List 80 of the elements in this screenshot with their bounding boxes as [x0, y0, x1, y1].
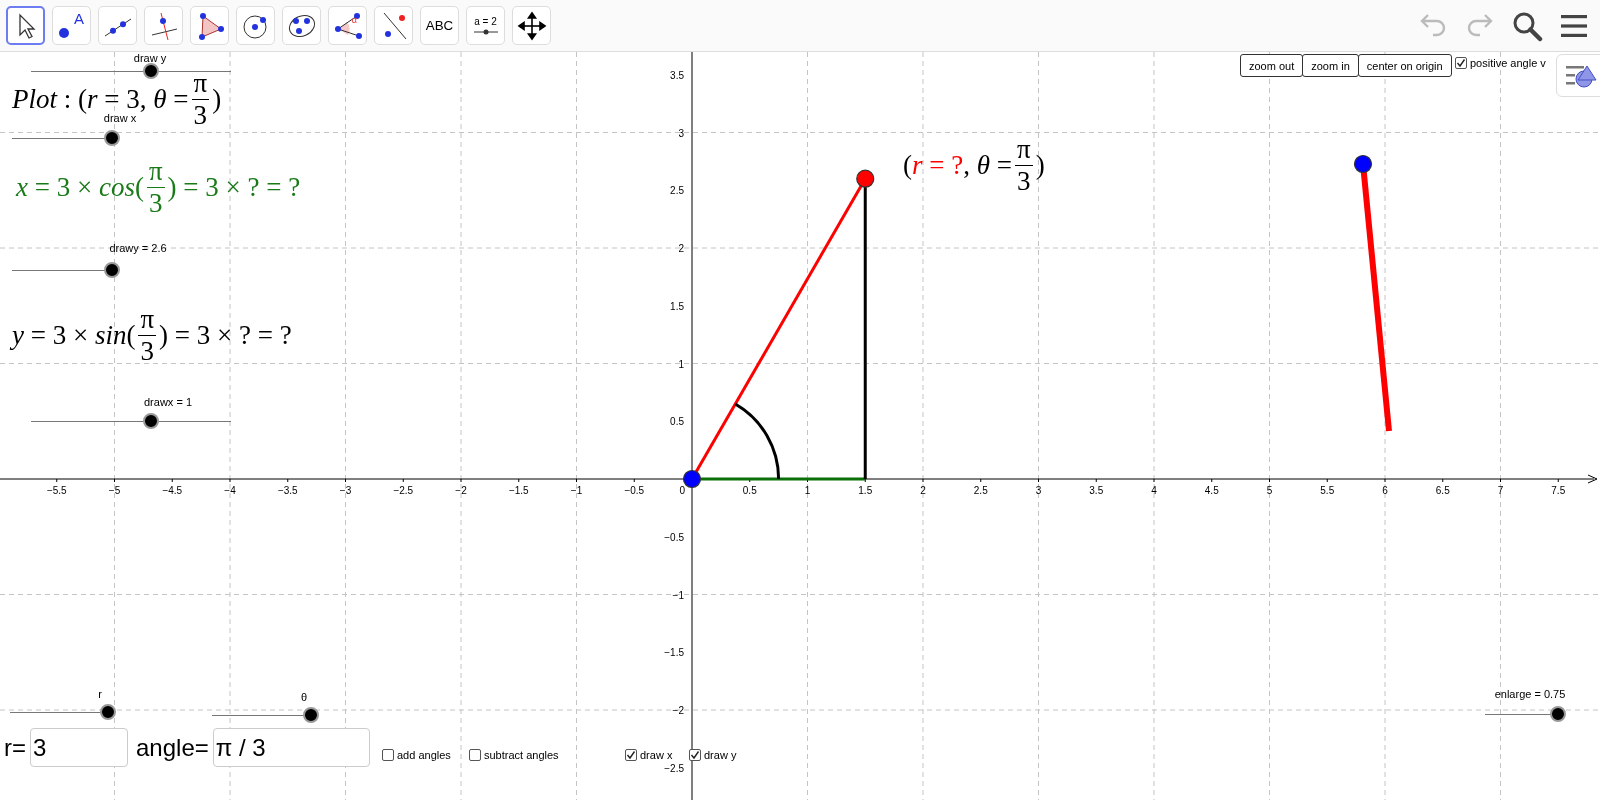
input-label: angle=	[136, 733, 209, 762]
tick-label: −3	[339, 485, 352, 496]
point-icon	[59, 28, 69, 38]
tick-label: −1.5	[664, 647, 684, 659]
style-bar-toggle[interactable]	[1556, 54, 1600, 97]
input-field[interactable]: 3	[30, 728, 128, 767]
zoom-button[interactable]: zoom out	[1240, 54, 1304, 77]
tick-label: −5.5	[46, 485, 67, 496]
tick-label: 7.5	[1551, 485, 1566, 496]
tick-label: 5	[1266, 485, 1273, 496]
tick-label: 4	[1151, 485, 1157, 496]
tick-label: 3	[678, 127, 684, 139]
tick-label: −2.5	[393, 485, 414, 496]
checkbox[interactable]	[382, 749, 394, 761]
slider-thumb[interactable]	[143, 413, 159, 429]
tool-button[interactable]	[6, 6, 45, 45]
tick-label: −2.5	[664, 762, 684, 774]
tick-label: 1.5	[858, 485, 873, 496]
slider-thumb[interactable]	[100, 704, 116, 720]
angle-icon	[332, 10, 363, 41]
tick-label: 2.5	[670, 185, 684, 197]
checkbox[interactable]	[1455, 57, 1467, 69]
zoom-button[interactable]: zoom in	[1302, 54, 1359, 77]
tool-button[interactable]: A	[52, 6, 91, 45]
slider-label: drawy = 2.6	[109, 242, 167, 254]
tick-label: 3.5	[670, 69, 684, 81]
slider-label: enlarge = 0.75	[1494, 688, 1566, 700]
tick-label: 0	[679, 485, 685, 496]
slider-icon	[472, 27, 499, 36]
checkbox-label: draw y	[704, 749, 737, 761]
tick-label: 3	[1035, 485, 1042, 496]
checkbox-label: add angles	[397, 749, 451, 761]
tick-label: −3.5	[277, 485, 298, 496]
tick-label: 6.5	[1435, 485, 1450, 496]
move-arrows-icon	[516, 10, 547, 41]
tick-label: 2	[920, 485, 926, 496]
checkbox-label: subtract angles	[484, 749, 559, 761]
tick-label: −0.5	[624, 485, 645, 496]
slider-label: draw x	[103, 112, 137, 124]
tick-label: 1	[804, 485, 811, 496]
tick-label: −2	[672, 705, 684, 716]
zoom-button[interactable]: center on origin	[1357, 54, 1452, 77]
tick-label: −1	[570, 485, 583, 496]
tick-label: −0.5	[664, 531, 684, 543]
slider-thumb[interactable]	[1549, 706, 1566, 722]
slider-thumb[interactable]	[143, 63, 159, 79]
checkbox[interactable]	[689, 749, 701, 761]
slider-label: draw y	[133, 52, 167, 64]
tool-button[interactable]: a = 2	[466, 6, 505, 45]
tick-label: 7	[1497, 485, 1504, 496]
tick-label: 1.5	[670, 300, 684, 312]
tick-label: 1	[678, 358, 684, 370]
tick-label: 3.5	[1089, 485, 1104, 496]
tick-label: 2.5	[973, 485, 988, 496]
tool-button[interactable]: ABC	[420, 6, 459, 45]
slider-label: r	[98, 688, 102, 700]
checkbox-label: draw x	[640, 749, 673, 761]
tick-label: −4.5	[162, 485, 183, 496]
slider-thumb[interactable]	[104, 130, 120, 146]
input-field[interactable]: π / 3	[212, 728, 370, 767]
checkbox[interactable]	[469, 749, 481, 761]
tick-label: 2	[678, 243, 684, 254]
tick-label: −1	[672, 589, 684, 601]
tick-label: −2	[455, 485, 467, 496]
tick-label: −5	[108, 485, 121, 496]
tick-label: 6	[1382, 485, 1388, 496]
slider-thumb[interactable]	[104, 262, 120, 278]
checkbox[interactable]	[625, 749, 637, 761]
slider-thumb[interactable]	[303, 707, 319, 723]
slider-label: drawx = 1	[144, 396, 192, 408]
tick-label: 4.5	[1204, 485, 1219, 496]
tick-label: −4	[224, 485, 236, 496]
tool-button[interactable]: α	[328, 6, 367, 45]
tick-label: 5.5	[1320, 485, 1335, 496]
tick-label: 0.5	[742, 485, 757, 496]
tick-label: 0.5	[670, 416, 684, 428]
slider-label: θ	[300, 691, 308, 703]
tick-label: −1.5	[508, 485, 529, 496]
checkbox-label: positive angle v	[1470, 57, 1546, 69]
input-label: r=	[4, 733, 26, 762]
